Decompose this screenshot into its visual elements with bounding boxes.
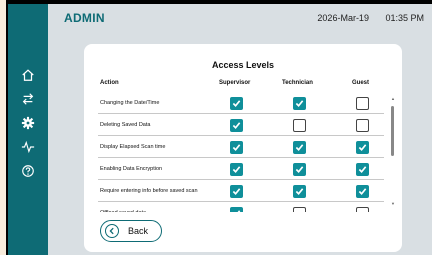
sidebar-item-home[interactable] [8,64,48,86]
technician-checkbox[interactable] [293,97,306,110]
guest-checkbox[interactable] [356,119,369,132]
technician-checkbox[interactable] [293,185,306,198]
guest-checkbox[interactable] [356,185,369,198]
table-row: Offload saved data [98,202,384,212]
home-icon [22,69,34,81]
supervisor-checkbox[interactable] [230,185,243,198]
column-header-supervisor: Supervisor [219,80,251,86]
sidebar-item-settings[interactable] [8,112,48,134]
sidebar-item-signal[interactable] [8,136,48,158]
row-action-label: Changing the Date/Time [100,100,160,106]
date-display: 2026-Mar-19 [317,13,369,23]
supervisor-checkbox[interactable] [230,207,243,212]
supervisor-checkbox[interactable] [230,119,243,132]
table-row: Changing the Date/Time [98,92,384,114]
panel-title: Access Levels [211,60,275,70]
technician-checkbox[interactable] [293,119,306,132]
column-header-technician: Technician [282,80,313,86]
guest-checkbox[interactable] [356,141,369,154]
chevron-left-icon [105,224,119,238]
table-row: Display Elapsed Scan time [98,136,384,158]
column-header-guest: Guest [352,80,370,86]
scroll-thumb[interactable] [391,106,394,156]
supervisor-checkbox[interactable] [230,97,243,110]
row-action-label: Enabling Data Encryption [100,166,163,172]
row-action-label: Deleting Saved Data [100,122,151,128]
top-bar: ADMIN 2026-Mar-19 01:35 PM [48,4,432,32]
row-action-label: Display Elapsed Scan time [100,144,166,150]
transfer-icon [22,93,34,105]
screen: ADMIN 2026-Mar-19 01:35 PM Access Levels… [8,4,432,255]
table-row: Enabling Data Encryption [98,158,384,180]
help-icon [22,165,34,177]
access-levels-panel: Access Levels Action Supervisor Technici… [84,44,402,252]
guest-checkbox[interactable] [356,97,369,110]
technician-checkbox[interactable] [293,207,306,212]
scroll-up-arrow[interactable]: ▲ [391,96,395,101]
supervisor-checkbox[interactable] [230,163,243,176]
gear-icon [21,116,35,130]
app-title: ADMIN [64,11,105,25]
table-row: Deleting Saved Data [98,114,384,136]
datetime: 2026-Mar-19 01:35 PM [303,13,424,23]
scroll-down-arrow[interactable]: ▼ [391,201,395,206]
sidebar [8,4,48,255]
back-button-label: Back [128,226,149,236]
row-action-label: Require entering info before saved scan [100,188,198,194]
scrollbar[interactable]: ▲ ▼ [391,96,395,206]
waveform-icon [21,140,35,154]
row-action-label: Offload saved data [100,202,210,212]
guest-checkbox[interactable] [356,207,369,212]
technician-checkbox[interactable] [293,141,306,154]
column-header-action: Action [100,80,119,86]
back-button[interactable]: Back [100,220,162,242]
guest-checkbox[interactable] [356,163,369,176]
supervisor-checkbox[interactable] [230,141,243,154]
time-display: 01:35 PM [385,13,424,23]
technician-checkbox[interactable] [293,163,306,176]
access-table: Changing the Date/Time Deleting Saved Dat… [98,92,384,212]
sidebar-item-transfer[interactable] [8,88,48,110]
table-row: Require entering info before saved scan [98,180,384,202]
sidebar-item-help[interactable] [8,160,48,182]
